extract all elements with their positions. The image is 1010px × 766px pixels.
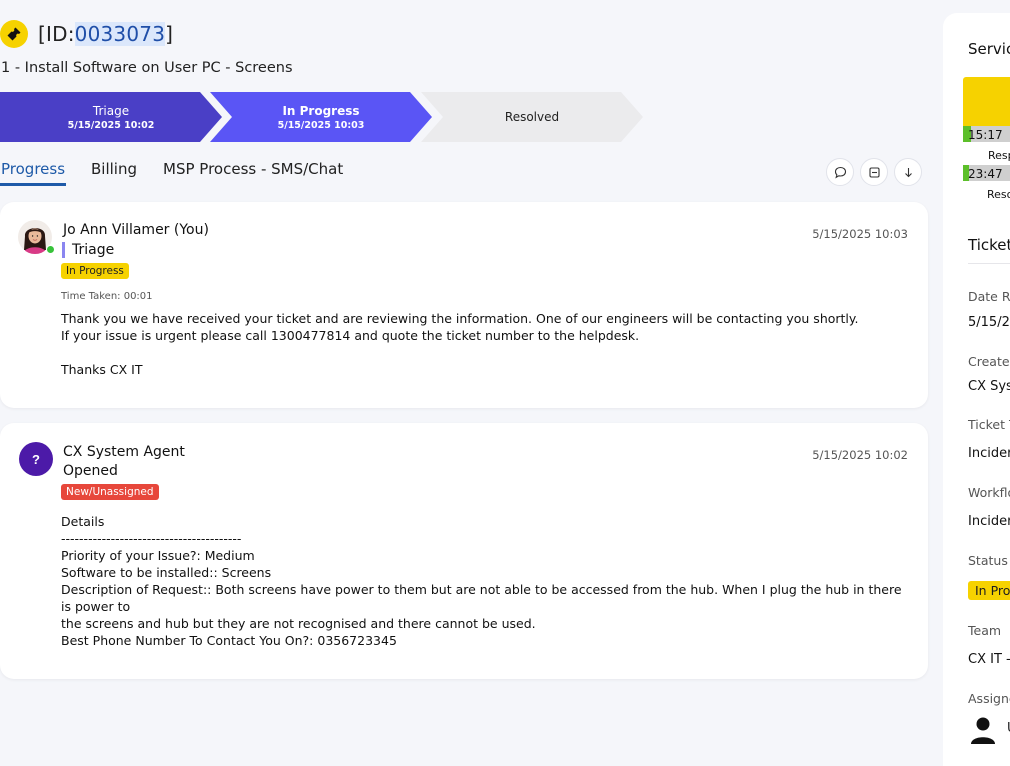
stage-date: 5/15/2025 10:02	[67, 119, 155, 131]
user-icon	[971, 717, 995, 744]
entry-stage: Triage	[62, 242, 114, 258]
time-taken: Time Taken: 00:01	[61, 291, 153, 302]
minimize-icon[interactable]	[860, 158, 888, 186]
tab-msp-process[interactable]: MSP Process - SMS/Chat	[162, 158, 344, 186]
stage-label: Triage	[92, 103, 130, 118]
stage-progress: Triage 5/15/2025 10:02 In Progress 5/15/…	[0, 92, 650, 142]
stage-label: In Progress	[282, 103, 360, 118]
status-badge: New/Unassigned	[61, 484, 159, 500]
ticket-title: 1 - Install Software on User PC - Screen…	[1, 60, 293, 76]
feed-actions	[826, 158, 928, 186]
entry-body: Thank you we have received your ticket a…	[61, 310, 911, 378]
stage-in-progress[interactable]: In Progress 5/15/2025 10:03	[210, 92, 432, 142]
field-value-ticket-type[interactable]: Incider	[968, 446, 1010, 461]
stage-label: Resolved	[504, 110, 560, 124]
sla-time: 15:17	[968, 128, 1003, 142]
entry-body-line: Description of Request:: Both screens ha…	[61, 582, 902, 614]
entry-body-line: Thanks CX IT	[61, 362, 143, 377]
ticket-icon	[0, 20, 28, 48]
status-badge: In Progress	[61, 263, 129, 279]
status-dropdown[interactable]: In Pro	[968, 581, 1010, 600]
entry-body-line: Best Phone Number To Contact You On?: 03…	[61, 633, 397, 648]
arrow-down-icon[interactable]	[894, 158, 922, 186]
chat-bubble-icon[interactable]	[826, 158, 854, 186]
entry-timestamp: 5/15/2025 10:03	[812, 227, 908, 241]
ticket-id-number[interactable]: 0033073	[74, 22, 166, 46]
activity-card: Jo Ann Villamer (You) Triage In Progress…	[0, 202, 928, 408]
sla-label: Resp	[988, 149, 1010, 162]
entry-author: CX System Agent	[63, 444, 185, 460]
tab-bar: Progress Billing MSP Process - SMS/Chat	[0, 158, 368, 188]
entry-body-line: ----------------------------------------	[61, 531, 242, 546]
field-label-team: Team	[968, 623, 1002, 638]
activity-card: ? CX System Agent Opened New/Unassigned …	[0, 423, 928, 679]
ticket-id: [ID:0033073]	[38, 22, 174, 46]
sla-heading: Servic	[968, 40, 1010, 58]
stage-date: 5/15/2025 10:03	[277, 119, 365, 131]
sla-label: Reso	[987, 188, 1010, 201]
stage-triage[interactable]: Triage 5/15/2025 10:02	[0, 92, 222, 142]
entry-body-line: Thank you we have received your ticket a…	[61, 311, 859, 326]
field-value-date-reported: 5/15/20	[968, 315, 1010, 330]
sla-time: 23:47	[968, 167, 1003, 181]
field-label-assignee: Assigne	[968, 691, 1010, 706]
response-sla-bar: 15:17	[963, 126, 1010, 142]
entry-body-line: Priority of your Issue?: Medium	[61, 548, 255, 563]
avatar[interactable]	[18, 220, 55, 254]
entry-body-line	[61, 344, 911, 361]
ticket-details-panel: Servic 15:17 Resp 23:47 Reso Ticket Date…	[943, 13, 1010, 766]
field-label-date-reported: Date Re	[968, 289, 1010, 304]
entry-body-line: Details	[61, 514, 105, 529]
divider	[968, 263, 1010, 264]
field-value-created: CX Syst	[968, 379, 1010, 394]
entry-body-line: If your issue is urgent please call 1300…	[61, 328, 640, 343]
avatar[interactable]: ?	[19, 442, 53, 476]
field-label-status: Status	[968, 553, 1008, 568]
ticket-heading: Ticket	[968, 236, 1010, 254]
field-value-workflow[interactable]: Incider	[968, 514, 1010, 529]
field-label-ticket-type: Ticket T	[968, 417, 1010, 432]
sla-indicator	[963, 77, 1010, 127]
entry-author: Jo Ann Villamer (You)	[63, 222, 209, 238]
ticket-header: [ID:0033073]	[0, 18, 173, 50]
entry-body: Details --------------------------------…	[61, 513, 911, 649]
assignee[interactable]: U	[969, 715, 1010, 750]
tab-progress[interactable]: Progress	[0, 158, 67, 186]
online-status-indicator	[46, 245, 55, 254]
entry-stage: Opened	[63, 463, 118, 479]
resolution-sla-bar: 23:47	[963, 165, 1010, 181]
stage-resolved[interactable]: Resolved	[421, 92, 643, 142]
entry-body-line: the screens and hub but they are not rec…	[61, 616, 536, 631]
field-label-workflow: Workflo	[968, 485, 1010, 500]
entry-timestamp: 5/15/2025 10:02	[812, 448, 908, 462]
tab-billing[interactable]: Billing	[90, 158, 138, 186]
field-label-created: Created	[968, 354, 1010, 369]
field-value-team[interactable]: CX IT -	[968, 652, 1010, 667]
entry-body-line: Software to be installed:: Screens	[61, 565, 272, 580]
